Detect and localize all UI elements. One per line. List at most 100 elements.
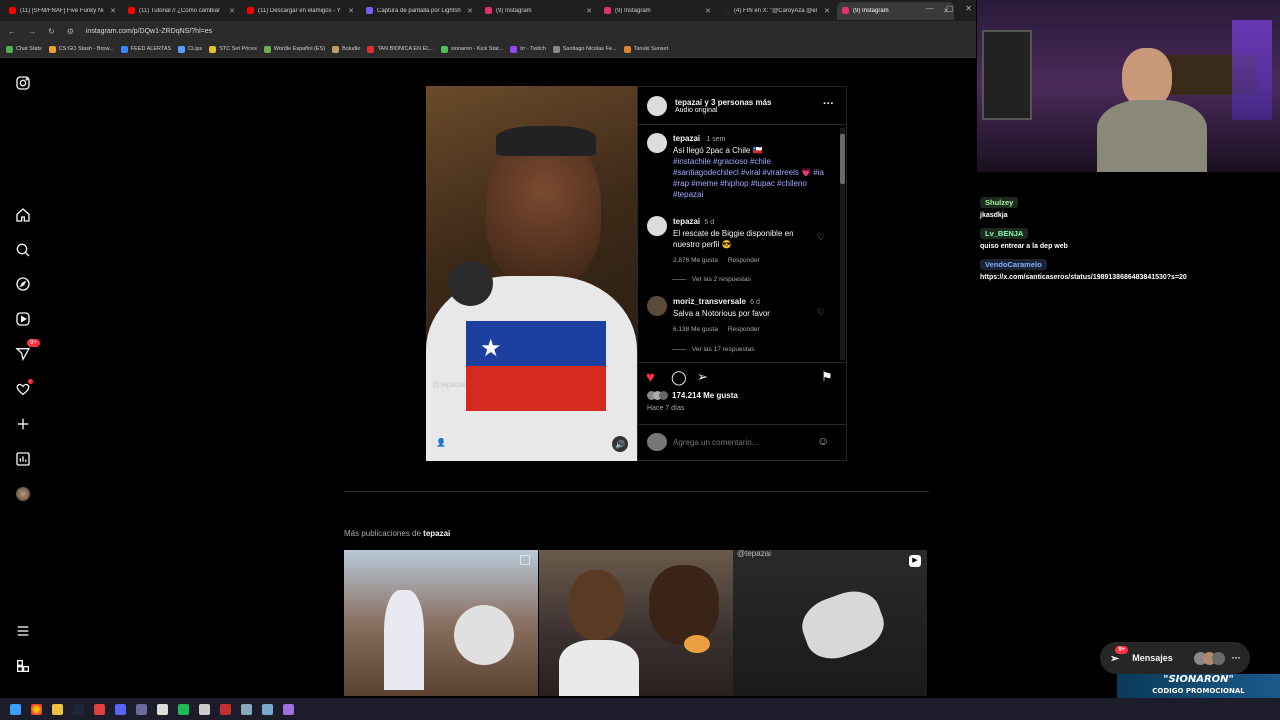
- spotify-icon[interactable]: [178, 703, 189, 715]
- browser-tab[interactable]: (11) [SFM/FNAF] Five Funky Ni ✕: [4, 2, 121, 20]
- site-info-icon[interactable]: ⚙: [67, 27, 74, 36]
- scrollbar[interactable]: [840, 128, 845, 360]
- comment-user[interactable]: moriz_transversale: [673, 297, 746, 306]
- comment-reply-button[interactable]: Responder: [728, 324, 760, 335]
- comment-reply-button[interactable]: Responder: [728, 255, 760, 266]
- bookmark[interactable]: trr - Twitch: [510, 45, 546, 53]
- tab-close-icon[interactable]: ✕: [348, 7, 354, 15]
- caption-hashtags[interactable]: #instachile #gracioso #chile #santiagode…: [673, 156, 837, 200]
- also-from-meta-icon[interactable]: [13, 656, 33, 676]
- app-icon[interactable]: [199, 703, 210, 715]
- close-icon[interactable]: ✕: [965, 4, 972, 13]
- more-options-icon[interactable]: ···: [823, 98, 834, 110]
- comment-user[interactable]: tepazai: [673, 217, 700, 226]
- bookmark-label: Boludle: [342, 46, 361, 52]
- chat-user[interactable]: Shulzey: [980, 197, 1019, 208]
- chat-user[interactable]: VendoCaramelo: [980, 259, 1047, 270]
- bookmark[interactable]: TAN BIONICA EN EL...: [367, 45, 434, 53]
- post-header-user[interactable]: tepazai y 3 personas más: [675, 98, 772, 107]
- post-author-avatar[interactable]: [647, 96, 667, 116]
- bookmark[interactable]: FEED ALERTAS: [120, 45, 171, 53]
- discord-icon[interactable]: [115, 703, 126, 715]
- browser-tab[interactable]: (9) Instagram ✕: [599, 2, 716, 20]
- menu-icon[interactable]: [13, 621, 33, 641]
- post-thumbnail[interactable]: [539, 550, 733, 696]
- save-bookmark-icon[interactable]: ⚑: [821, 369, 833, 385]
- likes-count[interactable]: 174.214 Me gusta: [672, 391, 738, 400]
- bookmark[interactable]: STC Set Prices: [209, 45, 257, 53]
- tab-close-icon[interactable]: ✕: [705, 7, 711, 15]
- liked-heart-icon[interactable]: ♥: [646, 369, 655, 386]
- chrome-icon[interactable]: [31, 703, 42, 715]
- comment-likes[interactable]: 2.876 Me gusta: [673, 255, 718, 266]
- file-explorer-icon[interactable]: [52, 703, 63, 715]
- comment-like-icon[interactable]: ♡: [817, 307, 825, 318]
- create-icon[interactable]: [13, 414, 33, 434]
- bookmark[interactable]: Boludle: [332, 45, 361, 53]
- reels-icon[interactable]: [13, 309, 33, 329]
- minimize-icon[interactable]: —: [926, 4, 934, 13]
- bookmark[interactable]: Wordle Español (ES): [263, 45, 325, 53]
- app-icon[interactable]: [283, 703, 294, 715]
- emoji-icon[interactable]: ☺: [817, 434, 829, 448]
- mute-icon[interactable]: 🔊: [612, 436, 628, 452]
- app-icon[interactable]: [241, 703, 252, 715]
- steam-icon[interactable]: [73, 703, 84, 715]
- app-icon[interactable]: [136, 703, 147, 715]
- browser-tab[interactable]: (11) Tutorial // ¿Cómo cambiar ✕: [123, 2, 240, 20]
- comment-avatar[interactable]: [647, 216, 667, 236]
- tab-close-icon[interactable]: ✕: [229, 7, 235, 15]
- comment-like-icon[interactable]: ♡: [817, 232, 825, 243]
- forward-icon[interactable]: →: [28, 27, 36, 36]
- profile-avatar[interactable]: [13, 484, 33, 504]
- app-icon[interactable]: [262, 703, 273, 715]
- notifications-heart-icon[interactable]: [13, 379, 33, 399]
- app-icon[interactable]: [220, 703, 231, 715]
- instagram-logo-icon[interactable]: [13, 73, 33, 93]
- url-field[interactable]: instagram.com/p/DQw1-ZRDqNS/?hl=es: [86, 28, 212, 35]
- browser-tab[interactable]: (4) FIN en X: "@CaroyAza @el ✕: [718, 2, 835, 20]
- view-replies[interactable]: Ver las 2 respuestas: [672, 276, 751, 283]
- direct-messages-icon[interactable]: 9+: [13, 339, 40, 364]
- bookmark[interactable]: CLips: [178, 45, 202, 53]
- comment-input[interactable]: [673, 436, 803, 449]
- app-icon[interactable]: [94, 703, 105, 715]
- bookmark[interactable]: Chat Stats: [6, 45, 42, 53]
- more-icon[interactable]: ···: [1232, 653, 1241, 663]
- explore-icon[interactable]: [13, 274, 33, 294]
- windows-start-icon[interactable]: [10, 703, 21, 715]
- browser-tab[interactable]: Captura de pantalla por Lightsh ✕: [361, 2, 478, 20]
- post-thumbnail[interactable]: [344, 550, 538, 696]
- bookmark[interactable]: Santiago Nicolas Fe...: [552, 45, 617, 53]
- share-icon[interactable]: ➢: [697, 369, 708, 385]
- chat-user[interactable]: Lv_BENJA: [980, 228, 1029, 239]
- tab-close-icon[interactable]: ✕: [467, 7, 473, 15]
- comment-avatar[interactable]: [647, 296, 667, 316]
- app-icon[interactable]: [157, 703, 168, 715]
- tab-close-icon[interactable]: ✕: [824, 7, 830, 15]
- bookmark[interactable]: Tanuki Sunset: [623, 45, 668, 53]
- tab-close-icon[interactable]: ✕: [110, 7, 116, 15]
- more-posts-user[interactable]: tepazai: [423, 529, 450, 538]
- bookmark[interactable]: CS:GO Stash - Brow...: [48, 45, 114, 53]
- tagged-users-icon[interactable]: 👤: [436, 438, 446, 447]
- post-video[interactable]: ★ @tepazai 👤 🔊: [426, 86, 637, 461]
- post-audio[interactable]: Audio original: [675, 107, 772, 114]
- dashboard-icon[interactable]: [13, 449, 33, 469]
- view-replies[interactable]: Ver las 17 respuestas: [672, 346, 755, 353]
- back-icon[interactable]: ←: [8, 27, 16, 36]
- messages-button[interactable]: ➢ 9+ Mensajes ···: [1100, 642, 1250, 674]
- post-thumbnail[interactable]: @tepazai ▶: [733, 550, 927, 696]
- browser-tab[interactable]: (9) Instagram ✕: [480, 2, 597, 20]
- bookmark[interactable]: sionaron - Kick Stat...: [440, 45, 503, 53]
- browser-tab[interactable]: (11) Descargar en elamigos - Y ✕: [242, 2, 359, 20]
- comment-likes[interactable]: 6.138 Me gusta: [673, 324, 718, 335]
- caption-user[interactable]: tepazai: [673, 134, 700, 143]
- caption-avatar[interactable]: [647, 133, 667, 153]
- comment-icon[interactable]: ◯: [671, 369, 687, 386]
- home-icon[interactable]: [13, 205, 33, 225]
- maximize-icon[interactable]: ▢: [946, 4, 954, 13]
- reload-icon[interactable]: ↻: [48, 27, 55, 36]
- search-icon[interactable]: [13, 240, 33, 260]
- tab-close-icon[interactable]: ✕: [586, 7, 592, 15]
